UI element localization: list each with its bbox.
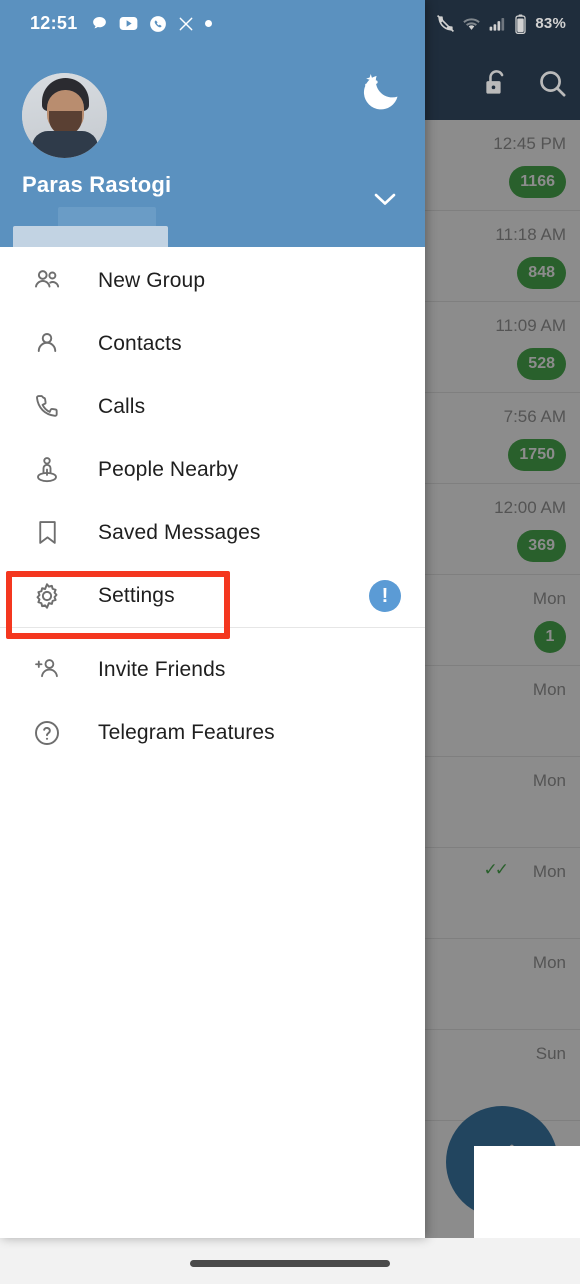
- gear-icon: [26, 575, 68, 617]
- menu-item-label: New Group: [98, 268, 206, 292]
- crescent-moon-icon[interactable]: [359, 70, 403, 114]
- menu-item-new-group[interactable]: New Group: [0, 249, 425, 312]
- menu-divider: [0, 627, 425, 628]
- chevron-down-icon[interactable]: [369, 188, 401, 210]
- chat-timestamp: 11:09 AM: [495, 316, 566, 335]
- people-nearby-icon: [26, 449, 68, 491]
- menu-item-label: Saved Messages: [98, 520, 261, 544]
- chat-unread-badge: 1166: [509, 166, 566, 198]
- system-navigation-bar: [0, 1238, 580, 1284]
- chat-timestamp: Mon: [532, 862, 566, 881]
- menu-item-label: Settings: [98, 583, 175, 607]
- chat-timestamp: 11:18 AM: [495, 225, 566, 244]
- chat-timestamp: Sun: [535, 1044, 566, 1063]
- chat-unread-badge: 1: [534, 621, 566, 653]
- chat-timestamp: Mon: [532, 953, 566, 972]
- status-bar-clock: 12:51: [30, 13, 78, 33]
- menu-item-telegram-features[interactable]: Telegram Features: [0, 701, 425, 764]
- wifi-icon: [463, 18, 481, 30]
- menu-item-invite-friends[interactable]: Invite Friends: [0, 638, 425, 701]
- chat-read-ticks-icon: ✓✓: [483, 860, 509, 879]
- youtube-icon: [119, 17, 137, 30]
- chat-timestamp: 12:45 PM: [493, 134, 566, 153]
- menu-item-label: Telegram Features: [98, 720, 275, 744]
- menu-item-calls[interactable]: Calls: [0, 375, 425, 438]
- drawer-status-bar: 12:51: [0, 0, 425, 47]
- app-bar-actions: [482, 47, 568, 120]
- chat-unread-badge: 369: [517, 530, 566, 562]
- navigation-drawer[interactable]: 12:51 Paras Rastogi New Group Contacts C…: [0, 0, 425, 1238]
- group-people-icon: [26, 260, 68, 302]
- person-icon: [26, 323, 68, 365]
- dot-icon: [204, 20, 212, 27]
- status-bar-right-icons: 83%: [436, 0, 566, 47]
- settings-update-badge: !: [369, 579, 401, 612]
- menu-item-label: Calls: [98, 394, 146, 418]
- phone-circle-icon: [149, 15, 166, 32]
- bookmark-icon: [26, 512, 68, 554]
- drawer-header: 12:51 Paras Rastogi: [0, 0, 425, 252]
- chat-timestamp: 7:56 AM: [503, 407, 566, 426]
- chat-timestamp: Mon: [532, 589, 566, 608]
- profile-name: Paras Rastogi: [22, 172, 172, 197]
- chat-timestamp: Mon: [532, 771, 566, 790]
- chat-unread-badge: 848: [517, 257, 566, 289]
- signal-bars-icon: [489, 17, 505, 31]
- person-add-icon: [26, 649, 68, 691]
- screenshot-white-overlay: [474, 1146, 580, 1238]
- status-bar-notification-icons: [91, 15, 212, 33]
- question-mark-icon: [26, 712, 68, 754]
- chat-unread-badge: 528: [517, 348, 566, 380]
- search-icon[interactable]: [537, 68, 568, 99]
- menu-item-label: People Nearby: [98, 457, 239, 481]
- avatar-body: [32, 131, 98, 158]
- avatar[interactable]: [22, 73, 107, 158]
- battery-icon: [515, 14, 527, 34]
- drawer-menu: New Group Contacts Calls People Nearby S…: [0, 247, 425, 764]
- menu-item-people-nearby[interactable]: People Nearby: [0, 438, 425, 501]
- home-indicator[interactable]: [190, 1260, 390, 1267]
- menu-item-saved-messages[interactable]: Saved Messages: [0, 501, 425, 564]
- chat-unread-badge: 1750: [508, 439, 566, 471]
- menu-item-settings[interactable]: Settings !: [0, 564, 425, 627]
- phone-icon: [26, 386, 68, 428]
- chat-timestamp: 12:00 AM: [494, 498, 566, 517]
- x-twitter-icon: [179, 17, 192, 30]
- chat-bubble-icon: [92, 16, 106, 29]
- chat-timestamp: Mon: [532, 680, 566, 699]
- menu-item-label: Contacts: [98, 331, 182, 355]
- menu-item-label: Invite Friends: [98, 657, 226, 681]
- unlock-icon[interactable]: [482, 69, 511, 98]
- call-mute-icon: [437, 14, 455, 33]
- menu-item-contacts[interactable]: Contacts: [0, 312, 425, 375]
- battery-percent-label: 83%: [535, 15, 566, 32]
